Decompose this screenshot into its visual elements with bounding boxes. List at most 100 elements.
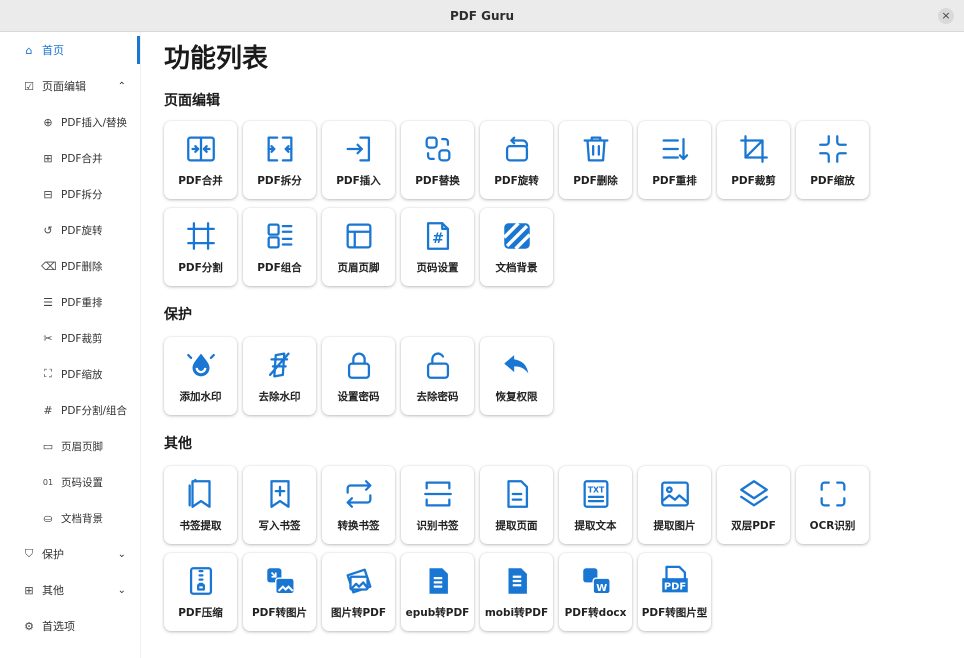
feature-card[interactable]: 文档背景 — [480, 208, 553, 286]
sidebar-item-home[interactable]: ⌂ 首页 — [0, 32, 140, 68]
feature-card-label: PDF删除 — [573, 175, 618, 187]
sidebar-item-label: PDF删除 — [61, 260, 103, 273]
watermark-remove-icon — [243, 348, 316, 382]
feature-card[interactable]: 恢复权限 — [480, 337, 553, 415]
feature-card[interactable]: epub转PDF — [401, 553, 474, 631]
feature-card[interactable]: 写入书签 — [243, 466, 316, 544]
feature-card[interactable]: PDF裁剪 — [717, 121, 790, 199]
sidebar-item-pdf-rotate[interactable]: ↺ PDF旋转 — [0, 212, 140, 248]
feature-card-label: 页码设置 — [416, 262, 459, 274]
page-title: 功能列表 — [164, 44, 269, 74]
feature-card-label: PDF替换 — [415, 175, 460, 187]
feature-card[interactable]: mobi转PDF — [480, 553, 553, 631]
feature-card[interactable]: PDF组合 — [243, 208, 316, 286]
feature-card[interactable]: PDF重排 — [638, 121, 711, 199]
sidebar-item-label: PDF缩放 — [61, 368, 103, 381]
convert-icon — [322, 477, 395, 511]
feature-card[interactable]: # 页码设置 — [401, 208, 474, 286]
feature-card[interactable]: PDF拆分 — [243, 121, 316, 199]
feature-card-label: 双层PDF — [731, 520, 776, 532]
rotate-icon: ↺ — [43, 223, 53, 237]
cut-frame-icon — [164, 219, 237, 253]
section-title-protect: 保护 — [164, 307, 192, 323]
sidebar-item-page-number[interactable]: 01 页码设置 — [0, 464, 140, 500]
sidebar-item-pdf-delete[interactable]: ⌫ PDF删除 — [0, 248, 140, 284]
close-button[interactable]: × — [938, 8, 954, 24]
trash-icon — [559, 132, 632, 166]
feature-card[interactable]: 提取页面 — [480, 466, 553, 544]
sidebar-item-label: PDF重排 — [61, 296, 103, 309]
sidebar-group-protect[interactable]: ⛉ 保护 ⌄ — [0, 536, 140, 572]
feature-card-label: PDF转图片型 — [641, 607, 708, 619]
feature-card[interactable]: TXT 提取文本 — [559, 466, 632, 544]
feature-card-label: PDF旋转 — [494, 175, 539, 187]
feature-card-label: 图片转PDF — [330, 607, 387, 619]
feature-card[interactable]: PDF压缩 — [164, 553, 237, 631]
svg-text:W: W — [596, 583, 607, 594]
split-icon — [243, 132, 316, 166]
insert-icon — [322, 132, 395, 166]
feature-card-label: 添加水印 — [179, 391, 222, 403]
feature-card[interactable]: PDF合并 — [164, 121, 237, 199]
sidebar-group-other[interactable]: ⊞ 其他 ⌄ — [0, 572, 140, 608]
scan-icon — [401, 477, 474, 511]
feature-card-label: 识别书签 — [416, 520, 459, 532]
feature-card[interactable]: 去除水印 — [243, 337, 316, 415]
background-icon: ⛀ — [43, 511, 53, 525]
feature-card[interactable]: 识别书签 — [401, 466, 474, 544]
sidebar-item-label: 其他 — [42, 584, 64, 597]
feature-card[interactable]: 书签提取 — [164, 466, 237, 544]
feature-card[interactable]: 转换书签 — [322, 466, 395, 544]
feature-card[interactable]: PDF替换 — [401, 121, 474, 199]
feature-card-label: PDF插入 — [336, 175, 381, 187]
feature-card[interactable]: PDF旋转 — [480, 121, 553, 199]
feature-card[interactable]: PDF PDF转图片型 — [638, 553, 711, 631]
feature-card[interactable]: PDF缩放 — [796, 121, 869, 199]
sidebar-item-pdf-merge[interactable]: ⊞ PDF合并 — [0, 140, 140, 176]
feature-card-label: OCR识别 — [809, 520, 856, 532]
sidebar-item-label: PDF拆分 — [61, 188, 103, 201]
reorder-icon — [638, 132, 711, 166]
feature-card-label: 设置密码 — [337, 391, 380, 403]
sidebar-item-pdf-split[interactable]: ⊟ PDF拆分 — [0, 176, 140, 212]
reorder-icon: ☰ — [43, 295, 53, 309]
sidebar-item-label: 页码设置 — [61, 476, 103, 489]
sidebar-group-page-edit[interactable]: ☑ 页面编辑 ⌃ — [0, 68, 140, 104]
feature-card[interactable]: 去除密码 — [401, 337, 474, 415]
bookmarks-icon — [164, 477, 237, 511]
home-icon: ⌂ — [25, 43, 33, 57]
extract-page-icon — [480, 477, 553, 511]
feature-card[interactable]: PDF插入 — [322, 121, 395, 199]
feature-card[interactable]: 双层PDF — [717, 466, 790, 544]
feature-card[interactable]: 提取图片 — [638, 466, 711, 544]
section-title-page-edit: 页面编辑 — [164, 93, 220, 109]
sidebar-item-pdf-crop[interactable]: ✂ PDF裁剪 — [0, 320, 140, 356]
feature-card-label: 提取页面 — [495, 520, 538, 532]
feature-card-label: mobi转PDF — [484, 607, 549, 619]
feature-card[interactable]: W PDF转docx — [559, 553, 632, 631]
feature-card[interactable]: PDF转图片 — [243, 553, 316, 631]
feature-card[interactable]: PDF删除 — [559, 121, 632, 199]
sidebar-item-pdf-scale[interactable]: ⛶ PDF缩放 — [0, 356, 140, 392]
feature-card[interactable]: PDF分割 — [164, 208, 237, 286]
pdf-to-imagepdf-icon: PDF — [638, 564, 711, 598]
feature-card[interactable]: 设置密码 — [322, 337, 395, 415]
feature-card[interactable]: 添加水印 — [164, 337, 237, 415]
sidebar-item-pdf-insert[interactable]: ⊕ PDF插入/替换 — [0, 104, 140, 140]
header-footer-icon — [322, 219, 395, 253]
sidebar-item-pdf-reorder[interactable]: ☰ PDF重排 — [0, 284, 140, 320]
bookmark-add-icon — [243, 477, 316, 511]
trash-icon: ⌫ — [41, 259, 57, 273]
sidebar-item-background[interactable]: ⛀ 文档背景 — [0, 500, 140, 536]
feature-card[interactable]: 页眉页脚 — [322, 208, 395, 286]
sidebar-item-header-footer[interactable]: ▭ 页眉页脚 — [0, 428, 140, 464]
sidebar-item-label: 页面编辑 — [42, 80, 86, 93]
lock-icon — [322, 348, 395, 382]
feature-card[interactable]: OCR识别 — [796, 466, 869, 544]
sidebar-item-pdf-split-combine[interactable]: # PDF分割/组合 — [0, 392, 140, 428]
hash-icon: # — [43, 403, 53, 417]
main-content: 功能列表 页面编辑 PDF合并 PDF拆分 PDF插入 PDF替换 PDF旋转 PDF删除… — [141, 32, 964, 658]
sidebar-item-preferences[interactable]: ⚙ 首选项 — [0, 608, 140, 644]
sidebar-item-label: 首页 — [42, 44, 64, 57]
feature-card[interactable]: 图片转PDF — [322, 553, 395, 631]
